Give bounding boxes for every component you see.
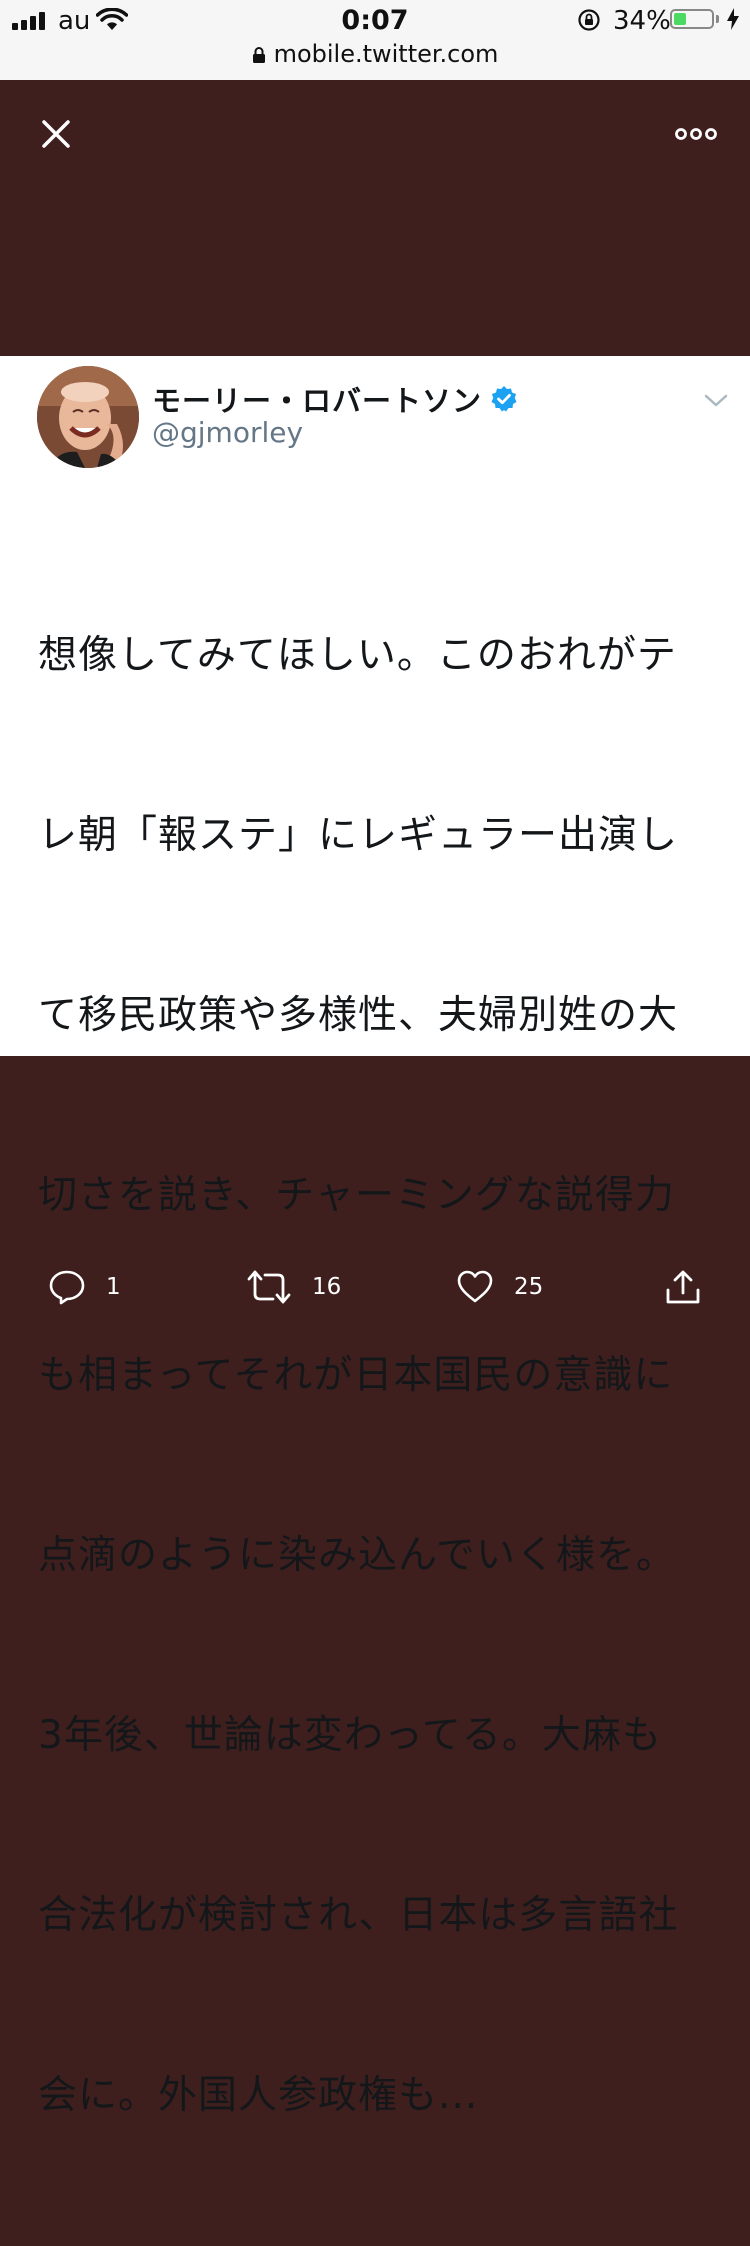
- retweet-count: 16: [312, 1274, 342, 1300]
- author-handle[interactable]: @gjmorley: [152, 416, 303, 449]
- tweet-text-line: 合法化が検討され、日本は多言語社: [38, 1893, 679, 1938]
- battery-percent: 34%: [613, 6, 671, 36]
- avatar-image: [37, 366, 139, 468]
- tweet-menu-button[interactable]: [702, 390, 730, 410]
- like-button[interactable]: 25: [456, 1268, 543, 1306]
- close-icon: [42, 120, 70, 148]
- more-icon: [675, 128, 717, 140]
- address-bar[interactable]: mobile.twitter.com: [0, 40, 750, 68]
- reply-button[interactable]: 1: [48, 1268, 121, 1306]
- heart-icon: [457, 1270, 493, 1303]
- battery-tip: [716, 15, 719, 23]
- like-count: 25: [514, 1274, 544, 1300]
- battery-icon: [670, 9, 714, 29]
- share-icon: [666, 1270, 700, 1304]
- tweet-text-line: レ朝「報ステ」にレギュラー出演し: [38, 813, 679, 858]
- tweet-text-line: 会に。外国人参政権も...: [38, 2073, 479, 2118]
- tweet-text-line: も相まってそれが日本国民の意識に: [38, 1353, 674, 1398]
- tweet-card: モーリー・ロバートソン @gjmorley 想像してみてほしい。このおれがテ レ…: [0, 356, 750, 2118]
- status-bar: au 0:07 34% mobile.twitter.com: [0, 0, 750, 80]
- author-name-row[interactable]: モーリー・ロバートソン: [152, 378, 518, 420]
- share-button[interactable]: [664, 1268, 702, 1306]
- author-display-name: モーリー・ロバートソン: [152, 384, 483, 418]
- battery-level: [674, 13, 686, 25]
- charging-bolt-icon: [727, 8, 739, 30]
- tweet-text-line: 想像してみてほしい。このおれがテ: [38, 633, 677, 678]
- more-options-button[interactable]: [672, 116, 720, 152]
- tweet-text-line: 切さを説き、チャーミングな説得力: [38, 1173, 675, 1218]
- tweet-text-line: て移民政策や多様性、夫婦別姓の大: [38, 993, 679, 1038]
- lock-icon: [252, 47, 265, 63]
- tweet-text-line: 3年後、世論は変わってる。大麻も: [38, 1713, 662, 1758]
- verified-icon: [491, 386, 517, 412]
- url-text: mobile.twitter.com: [273, 40, 499, 68]
- reply-count: 1: [106, 1274, 121, 1300]
- orientation-lock-icon: [578, 9, 600, 31]
- chevron-down-icon: [704, 394, 728, 407]
- tweet-text: 想像してみてほしい。このおれがテ レ朝「報ステ」にレギュラー出演し て移民政策や…: [38, 506, 728, 2246]
- reply-icon: [49, 1270, 85, 1305]
- close-button[interactable]: [36, 114, 76, 154]
- tweet-text-line: 点滴のように染み込んでいく様を。: [38, 1533, 677, 1578]
- tweet-action-bar: 1 16 25: [0, 1258, 750, 1318]
- retweet-button[interactable]: 16: [246, 1268, 341, 1306]
- retweet-icon: [247, 1270, 291, 1304]
- avatar[interactable]: [37, 366, 139, 468]
